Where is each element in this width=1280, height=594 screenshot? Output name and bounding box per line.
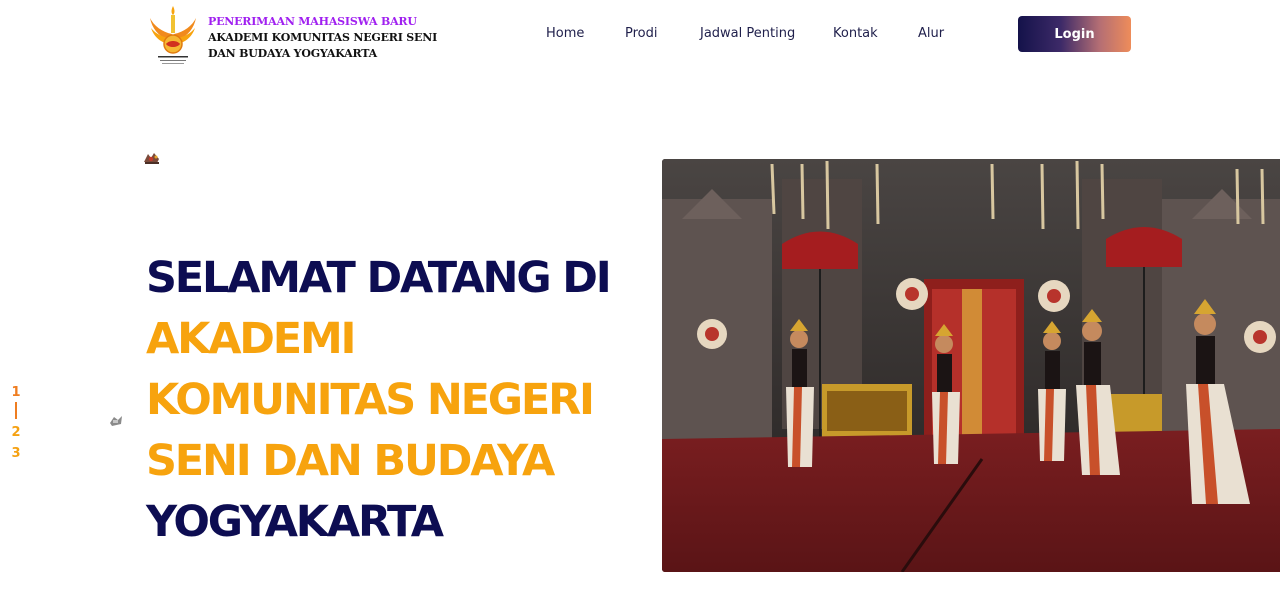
nav-prodi[interactable]: Prodi <box>625 26 658 41</box>
pager-item-1[interactable]: 1 <box>11 385 21 400</box>
nav-jadwal-penting[interactable]: Jadwal Penting <box>700 26 795 41</box>
hero-heading: SELAMAT DATANG DI AKADEMI KOMUNITAS NEGE… <box>146 248 656 553</box>
login-button[interactable]: Login <box>1018 16 1131 52</box>
decorative-ornament-icon <box>108 414 124 428</box>
hero-line-1: SELAMAT DATANG DI <box>146 253 612 303</box>
nav-alur[interactable]: Alur <box>918 26 944 41</box>
brand-line-1: PENERIMAAN MAHASISWA BARU <box>208 15 417 28</box>
hero-line-3: KOMUNITAS NEGERI <box>146 375 595 425</box>
pager-active-bar <box>15 402 17 419</box>
decorative-ornament-icon <box>142 150 162 166</box>
pager-item-2[interactable]: 2 <box>11 425 21 440</box>
hero-line-2: AKADEMI <box>146 314 357 364</box>
hero-line-5: YOGYAKARTA <box>146 497 444 547</box>
hero-line-4: SENI DAN BUDAYA <box>146 436 555 486</box>
hero-image <box>662 159 1280 572</box>
pager-item-3[interactable]: 3 <box>11 446 21 461</box>
brand-name[interactable]: PENERIMAAN MAHASISWA BARU AKADEMI KOMUNI… <box>208 14 437 62</box>
institution-logo-icon[interactable] <box>146 4 200 68</box>
brand-line-2: AKADEMI KOMUNITAS NEGERI SENI <box>208 31 438 44</box>
brand-line-3: DAN BUDAYA YOGYAKARTA <box>208 47 377 60</box>
nav-home[interactable]: Home <box>546 26 584 41</box>
nav-kontak[interactable]: Kontak <box>833 26 878 41</box>
